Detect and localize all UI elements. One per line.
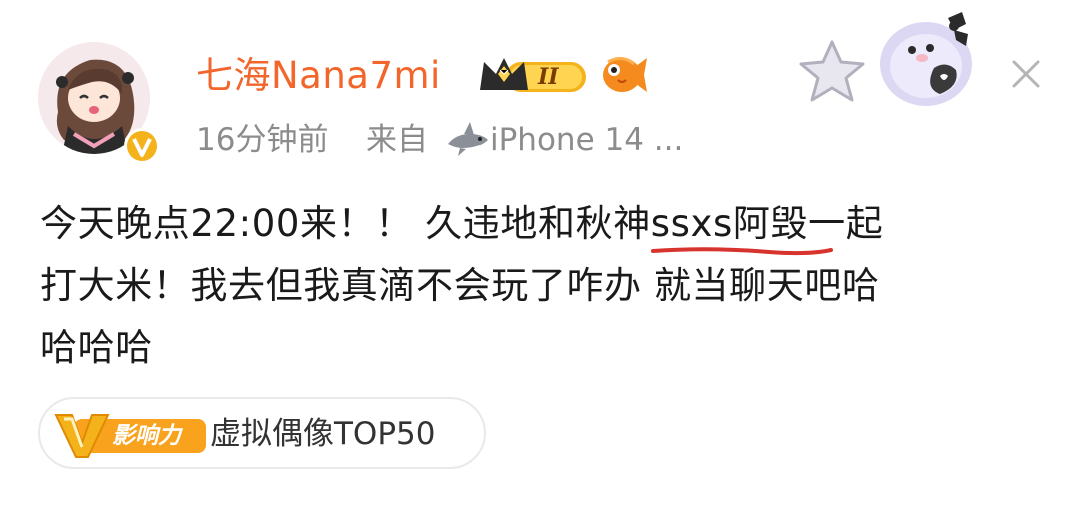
star-sticker-icon [796, 36, 868, 108]
highlighted-mention: ssxs阿毁 [650, 193, 833, 256]
penguin-sticker-icon [870, 4, 982, 110]
device-source-link[interactable]: iPhone 14 ... [490, 118, 683, 162]
source-prefix: 来自 [366, 122, 428, 158]
influence-logo-label: 影响力 [112, 423, 181, 449]
goldfish-icon [600, 52, 648, 98]
tag-label: 虚拟偶像TOP50 [210, 416, 436, 452]
gold-v-verified-icon [122, 126, 162, 166]
weibo-post-card: 七海Nana7mi II 16分钟前 来自 iPhone 14 ... 今天晚点… [0, 0, 1080, 524]
red-underline-annotation [650, 247, 833, 256]
crown-member-icon[interactable]: II [476, 54, 590, 98]
post-text-segment: 今天晚点22:00来！！ 久违地和秋神 [40, 202, 651, 245]
post-text-line-2: 打大米！我去但我真滴不会玩了咋办 就当聊天吧哈 [40, 264, 880, 307]
influence-tag-button[interactable]: 影响力 虚拟偶像TOP50 [38, 397, 486, 469]
post-text-line-3: 哈哈哈 [40, 326, 153, 369]
influence-logo: 影响力 [54, 411, 206, 459]
post-time: 16分钟前 [196, 122, 329, 158]
post-content: 今天晚点22:00来！！ 久违地和秋神ssxs阿毁 一起 打大米！我去但我真滴不会… [40, 193, 1050, 379]
shark-icon [446, 120, 490, 158]
username[interactable]: 七海Nana7mi [196, 48, 441, 104]
close-icon[interactable] [1006, 54, 1046, 94]
post-text-line-1: 今天晚点22:00来！！ 久违地和秋神ssxs阿毁 一起 [40, 193, 1050, 256]
member-level-label: II [538, 64, 559, 90]
avatar-container[interactable] [38, 42, 160, 164]
